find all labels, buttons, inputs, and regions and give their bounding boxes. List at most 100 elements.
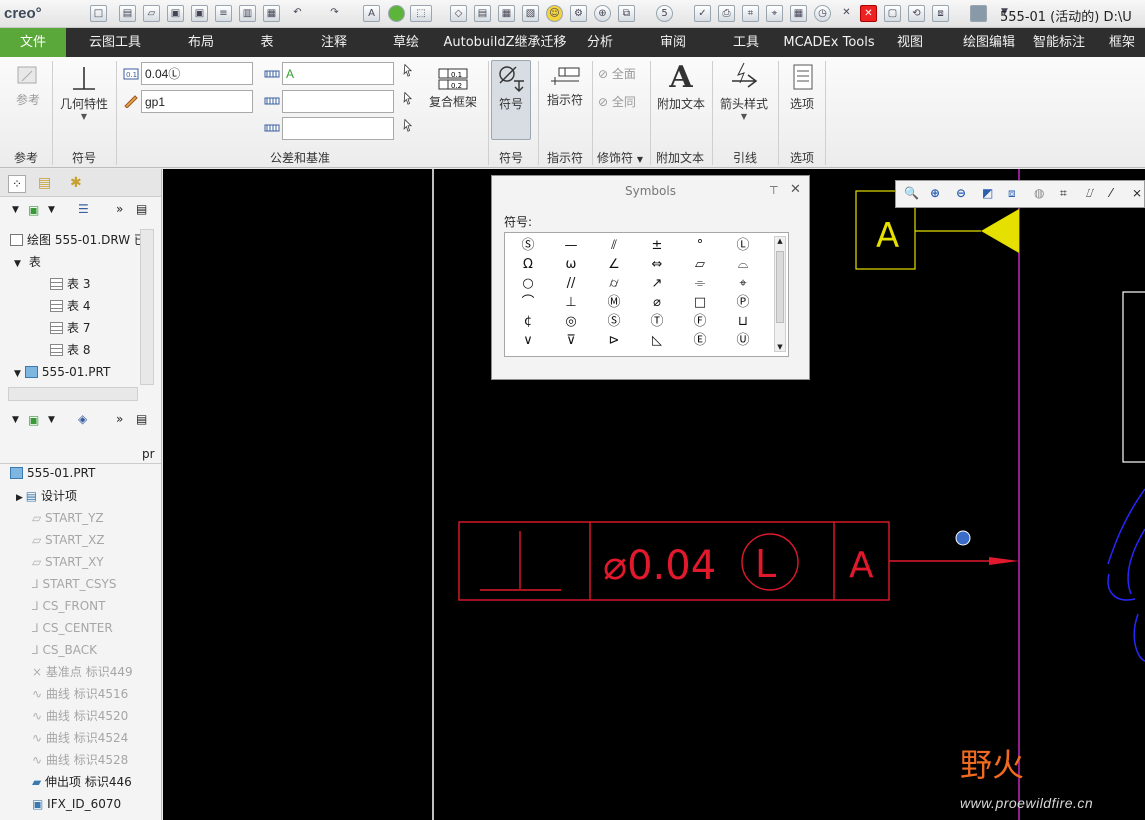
tree-feature-item[interactable]: ▰ 伸出项 标识446: [32, 771, 132, 793]
symbol-cell[interactable]: //: [558, 275, 584, 293]
tree-settings-icon[interactable]: ☰: [78, 202, 89, 216]
tree-feature-item[interactable]: ⅃ CS_BACK: [32, 639, 97, 661]
datum-picker-icon[interactable]: [400, 118, 416, 132]
symbol-cell[interactable]: ◎: [558, 313, 584, 331]
secondary-datum-field[interactable]: [282, 90, 394, 113]
menu-layout[interactable]: 布局: [176, 28, 226, 57]
menu-analysis[interactable]: 分析: [578, 28, 622, 57]
symbol-cell[interactable]: ±: [644, 237, 670, 255]
printer-icon[interactable]: ⎙: [718, 5, 735, 22]
sheet-icon[interactable]: ▤: [474, 5, 491, 22]
zoom-out-icon[interactable]: ⊖: [956, 186, 973, 203]
close-icon[interactable]: ✕: [790, 182, 801, 197]
symbol-cell[interactable]: ⊽: [558, 332, 584, 350]
layers-tab-icon[interactable]: ▤: [38, 175, 51, 191]
zoom-in-icon[interactable]: ⊕: [930, 186, 947, 203]
tree-feature-item[interactable]: ⅃ CS_CENTER: [32, 617, 113, 639]
refit-icon[interactable]: ◩: [982, 186, 999, 203]
tree-feature-item[interactable]: ⅃ START_CSYS: [32, 573, 116, 595]
tree-feature-item[interactable]: ∿ 曲线 标识4524: [32, 727, 128, 749]
tree-item-drawing[interactable]: 绘图 555-01.DRW 已: [10, 229, 146, 251]
chevron-down-icon[interactable]: ▼: [48, 415, 55, 425]
symbol-cell[interactable]: Ⓜ: [601, 294, 627, 312]
show-icon[interactable]: ◈: [78, 412, 87, 426]
symbol-cell[interactable]: ⫽: [601, 237, 627, 255]
symbol-cell[interactable]: ◺: [644, 332, 670, 350]
datum-display-icon[interactable]: ⌗: [1060, 186, 1077, 203]
datum-picker-icon[interactable]: [400, 63, 416, 77]
axis-display-icon[interactable]: ⌰: [1086, 186, 1103, 203]
chevron-down-icon[interactable]: ▼: [48, 205, 55, 215]
tree-feature-item[interactable]: ▱ START_XY: [32, 551, 104, 573]
menu-mcadex-tools[interactable]: MCADEx Tools: [780, 28, 878, 57]
chevron-right-icon[interactable]: ▶: [16, 493, 26, 503]
clock-icon[interactable]: ◷: [814, 5, 831, 22]
tree-feature-item[interactable]: ∿ 曲线 标识4516: [32, 683, 128, 705]
menu-cloud-tools[interactable]: 云图工具: [80, 28, 150, 57]
symbol-cell[interactable]: °: [687, 237, 713, 255]
datum-picker-icon[interactable]: [400, 91, 416, 105]
all-on-button[interactable]: ⊘ 全面: [598, 65, 636, 83]
all-same-button[interactable]: ⊘ 全同: [598, 93, 636, 111]
symbol-cell[interactable]: ⌒: [515, 294, 541, 312]
grid-icon[interactable]: ▦: [790, 5, 807, 22]
plugin-icon[interactable]: ⚙: [570, 5, 587, 22]
symbol-cell[interactable]: —: [558, 237, 584, 255]
indicator-button[interactable]: 指示符: [542, 63, 588, 127]
tree-feature-item[interactable]: ∿ 曲线 标识4528: [32, 749, 128, 771]
zoom-fit-icon[interactable]: 🔍: [904, 186, 921, 203]
check-icon[interactable]: ✓: [694, 5, 711, 22]
menu-autobuildz[interactable]: AutobuildZ继承迁移: [442, 28, 568, 57]
dxf-icon[interactable]: ≡: [215, 5, 232, 22]
composite-frame-button[interactable]: 0.1 0.2 复合框架: [424, 65, 482, 127]
symbol-cell[interactable]: ⌓: [730, 256, 756, 274]
symbol-cell[interactable]: ▱: [687, 256, 713, 274]
symbol-cell[interactable]: Ⓕ: [687, 313, 713, 331]
tree-feature-item[interactable]: ▱ START_XZ: [32, 529, 105, 551]
symbol-cell[interactable]: Ⓟ: [730, 294, 756, 312]
pin-icon[interactable]: ⊤: [769, 184, 779, 197]
target-icon[interactable]: ⊕: [594, 5, 611, 22]
tree-item-part[interactable]: ▼ 555-01.PRT: [14, 361, 110, 383]
tool-b-icon[interactable]: ⌖: [766, 5, 783, 22]
tertiary-datum-field[interactable]: [282, 117, 394, 140]
tolerance-value-field[interactable]: [141, 62, 253, 85]
box-icon[interactable]: ⧈: [932, 5, 949, 22]
symbol-cell[interactable]: Ⓢ: [515, 237, 541, 255]
tree-item-table[interactable]: 表 4: [50, 295, 90, 317]
frame-icon[interactable]: ▢: [884, 5, 901, 22]
layer-icon[interactable]: ▧: [522, 5, 539, 22]
symbol-cell[interactable]: Ⓤ: [730, 332, 756, 350]
window-icon[interactable]: ⧉: [618, 5, 635, 22]
symbol-cell[interactable]: ¢: [515, 313, 541, 331]
symbol-cell[interactable]: ⌭: [601, 275, 627, 293]
symbol-cell[interactable]: ∠: [601, 256, 627, 274]
symbol-cell[interactable]: ⌀: [644, 294, 670, 312]
smiley-icon[interactable]: ☺: [546, 5, 563, 22]
symbol-cell[interactable]: Ⓣ: [644, 313, 670, 331]
menu-drawing-edit[interactable]: 绘图编辑: [958, 28, 1020, 57]
menu-frame[interactable]: 框架: [1100, 28, 1144, 57]
reference-button[interactable]: 参考: [8, 61, 48, 125]
tool-a-icon[interactable]: ⌗: [742, 5, 759, 22]
redo-icon[interactable]: ↷: [326, 5, 343, 22]
open-icon[interactable]: ▤: [119, 5, 136, 22]
symbol-cell[interactable]: ⊳: [601, 332, 627, 350]
point-display-icon[interactable]: ⁄: [1110, 186, 1127, 203]
arrow-style-button[interactable]: 箭头样式 ▼: [716, 61, 772, 141]
new-file-icon[interactable]: □: [90, 5, 107, 22]
geometric-property-button[interactable]: 几何特性 ▼: [56, 61, 112, 141]
menu-file[interactable]: 文件: [0, 28, 66, 57]
text-icon[interactable]: A: [363, 5, 380, 22]
tree-feature-item[interactable]: ▣ IFX_ID_6070: [32, 793, 121, 815]
regen-icon[interactable]: [388, 5, 405, 22]
menu-smart-dim[interactable]: 智能标注: [1028, 28, 1090, 57]
export-icon[interactable]: ▦: [263, 5, 280, 22]
tree-feature-item[interactable]: ▱ START_YZ: [32, 507, 104, 529]
symbol-cell[interactable]: ⊔: [730, 313, 756, 331]
folder-icon[interactable]: ▱: [143, 5, 160, 22]
csys-display-icon[interactable]: ⨯: [1132, 186, 1145, 203]
tree-feature-item[interactable]: ∿ 曲线 标识4520: [32, 705, 128, 727]
sheet-view-icon[interactable]: ▣: [28, 203, 39, 217]
tree-feature-item[interactable]: × 基准点 标识449: [32, 661, 133, 683]
